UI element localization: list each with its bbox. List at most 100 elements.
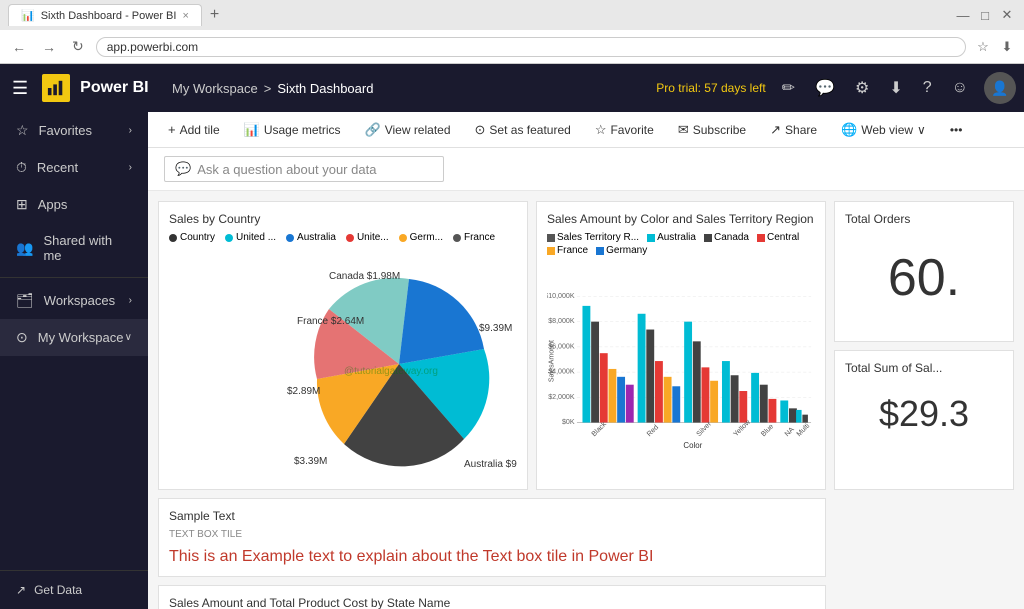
breadcrumb: My Workspace > Sixth Dashboard bbox=[156, 81, 656, 96]
sidebar-label-workspaces: Workspaces bbox=[44, 293, 115, 308]
pie-legend: Country United ... Australia Unite... Ge… bbox=[169, 232, 517, 243]
total-orders-title: Total Orders bbox=[845, 212, 1003, 226]
usage-metrics-button[interactable]: 📊 Usage metrics bbox=[240, 120, 345, 140]
svg-text:Canada $1.98M: Canada $1.98M bbox=[329, 271, 400, 282]
dashboard-grid: Sales by Country Country United ... Aust… bbox=[148, 191, 1024, 609]
browser-actions: ☆ ⬇ bbox=[974, 38, 1016, 56]
svg-text:Color: Color bbox=[683, 441, 702, 450]
web-icon: 🌐 bbox=[841, 122, 857, 138]
top-bar: ☰ Power BI My Workspace > Sixth Dashboar… bbox=[0, 64, 1024, 112]
tab-close-button[interactable]: × bbox=[182, 10, 188, 22]
toolbar: + Add tile 📊 Usage metrics 🔗 View relate… bbox=[148, 112, 1024, 148]
sidebar-item-apps[interactable]: ⊞ Apps bbox=[0, 186, 148, 223]
favorites-icon: ☆ bbox=[16, 122, 29, 139]
maximize-button[interactable]: □ bbox=[976, 6, 994, 24]
bottom-tile: Sales Amount and Total Product Cost by S… bbox=[158, 585, 826, 609]
star-icon: ☆ bbox=[595, 122, 607, 138]
pie-chart-tile: Sales by Country Country United ... Aust… bbox=[158, 201, 528, 490]
forward-button[interactable]: → bbox=[38, 37, 60, 57]
app-body: ☆ Favorites › ⏱ Recent › ⊞ Apps 👥 Shared… bbox=[0, 112, 1024, 609]
total-sum-title: Total Sum of Sal... bbox=[845, 361, 1003, 375]
qa-placeholder: Ask a question about your data bbox=[197, 162, 376, 177]
workspaces-icon: 🗂 bbox=[16, 292, 34, 309]
apps-icon: ⊞ bbox=[16, 196, 28, 213]
breadcrumb-workspace[interactable]: My Workspace bbox=[172, 81, 258, 96]
subscribe-icon: ✉ bbox=[678, 122, 689, 138]
total-orders-value: 60. bbox=[845, 232, 1003, 324]
sidebar-item-myworkspace[interactable]: ⊙ My Workspace ∨ bbox=[0, 319, 148, 356]
share-label: Share bbox=[785, 123, 817, 137]
chevron-icon: › bbox=[129, 295, 132, 306]
chevron-icon: › bbox=[129, 162, 132, 173]
feedback-icon[interactable]: ☺ bbox=[948, 75, 972, 101]
favorite-button[interactable]: ☆ Favorite bbox=[591, 120, 658, 140]
trial-badge: Pro trial: 57 days left bbox=[656, 81, 765, 95]
back-button[interactable]: ← bbox=[8, 37, 30, 57]
web-view-chevron: ∨ bbox=[917, 123, 926, 137]
bar-chart-tile: Sales Amount by Color and Sales Territor… bbox=[536, 201, 826, 490]
bar-chart-title: Sales Amount by Color and Sales Territor… bbox=[547, 212, 815, 226]
help-icon[interactable]: ? bbox=[919, 75, 936, 101]
set-featured-label: Set as featured bbox=[489, 123, 570, 137]
total-sum-tile: Total Sum of Sal... $29.3 bbox=[834, 350, 1014, 491]
address-input[interactable] bbox=[96, 37, 966, 57]
svg-text:Multi: Multi bbox=[795, 422, 812, 439]
ellipsis-icon: ••• bbox=[950, 123, 963, 137]
featured-icon: ⊙ bbox=[475, 122, 486, 138]
sidebar-bottom: ↗ Get Data bbox=[0, 570, 148, 609]
svg-text:$2.89M: $2.89M bbox=[287, 386, 320, 397]
text-box-subtitle: TEXT BOX TILE bbox=[169, 529, 815, 540]
pie-chart-title: Sales by Country bbox=[169, 212, 517, 226]
legend-united2: Unite... bbox=[346, 232, 389, 243]
hamburger-menu[interactable]: ☰ bbox=[8, 74, 32, 103]
edit-icon[interactable]: ✏ bbox=[778, 74, 799, 102]
add-tile-label: Add tile bbox=[180, 123, 220, 137]
usage-metrics-label: Usage metrics bbox=[264, 123, 341, 137]
bookmark-icon[interactable]: ☆ bbox=[974, 38, 992, 56]
web-view-label: Web view bbox=[861, 123, 913, 137]
get-data-label: Get Data bbox=[34, 583, 82, 597]
svg-text:France $2.64M: France $2.64M bbox=[297, 316, 364, 327]
favorite-label: Favorite bbox=[610, 123, 653, 137]
settings-icon[interactable]: ⚙ bbox=[851, 74, 873, 102]
comments-icon[interactable]: 💬 bbox=[811, 74, 839, 102]
share-icon: ↗ bbox=[770, 122, 781, 138]
subscribe-label: Subscribe bbox=[693, 123, 746, 137]
download-icon[interactable]: ⬇ bbox=[885, 74, 906, 102]
qa-input[interactable]: 💬 Ask a question about your data bbox=[164, 156, 444, 182]
svg-text:SalesAmount: SalesAmount bbox=[547, 340, 555, 382]
svg-text:$10,000K: $10,000K bbox=[547, 292, 575, 300]
add-tile-button[interactable]: + Add tile bbox=[164, 120, 224, 139]
browser-tab[interactable]: 📊 Sixth Dashboard - Power BI × bbox=[8, 4, 202, 26]
sidebar-item-recent[interactable]: ⏱ Recent › bbox=[0, 149, 148, 186]
legend-united: United ... bbox=[225, 232, 276, 243]
download-icon[interactable]: ⬇ bbox=[998, 38, 1016, 56]
text-box-tile: Sample Text TEXT BOX TILE This is an Exa… bbox=[158, 498, 826, 577]
legend-australia: Australia bbox=[286, 232, 336, 243]
top-bar-left: ☰ Power BI bbox=[8, 74, 156, 103]
sidebar-item-shared[interactable]: 👥 Shared with me bbox=[0, 223, 148, 273]
refresh-button[interactable]: ↻ bbox=[68, 36, 88, 57]
view-related-button[interactable]: 🔗 View related bbox=[361, 120, 455, 140]
get-data-button[interactable]: ↗ Get Data bbox=[0, 571, 148, 609]
breadcrumb-current: Sixth Dashboard bbox=[277, 81, 373, 96]
user-avatar[interactable]: 👤 bbox=[984, 72, 1016, 104]
tab-title: Sixth Dashboard - Power BI bbox=[41, 10, 177, 22]
web-view-button[interactable]: 🌐 Web view ∨ bbox=[837, 120, 930, 140]
svg-text:$9.39M: $9.39M bbox=[479, 323, 512, 334]
svg-text:$8,000K: $8,000K bbox=[548, 317, 575, 325]
sidebar-item-workspaces[interactable]: 🗂 Workspaces › bbox=[0, 282, 148, 319]
svg-text:$0K: $0K bbox=[562, 418, 575, 426]
close-window-button[interactable]: ✕ bbox=[998, 6, 1016, 24]
share-button[interactable]: ↗ Share bbox=[766, 120, 821, 140]
set-featured-button[interactable]: ⊙ Set as featured bbox=[471, 120, 575, 140]
breadcrumb-separator: > bbox=[264, 81, 272, 96]
legend-germany: Germ... bbox=[399, 232, 443, 243]
subscribe-button[interactable]: ✉ Subscribe bbox=[674, 120, 750, 140]
more-options-button[interactable]: ••• bbox=[946, 121, 967, 139]
app-name: Power BI bbox=[80, 79, 148, 97]
sidebar-item-favorites[interactable]: ☆ Favorites › bbox=[0, 112, 148, 149]
minimize-button[interactable]: — bbox=[954, 6, 972, 24]
new-tab-button[interactable]: + bbox=[210, 6, 219, 24]
browser-chrome: 📊 Sixth Dashboard - Power BI × + — □ ✕ ←… bbox=[0, 0, 1024, 64]
